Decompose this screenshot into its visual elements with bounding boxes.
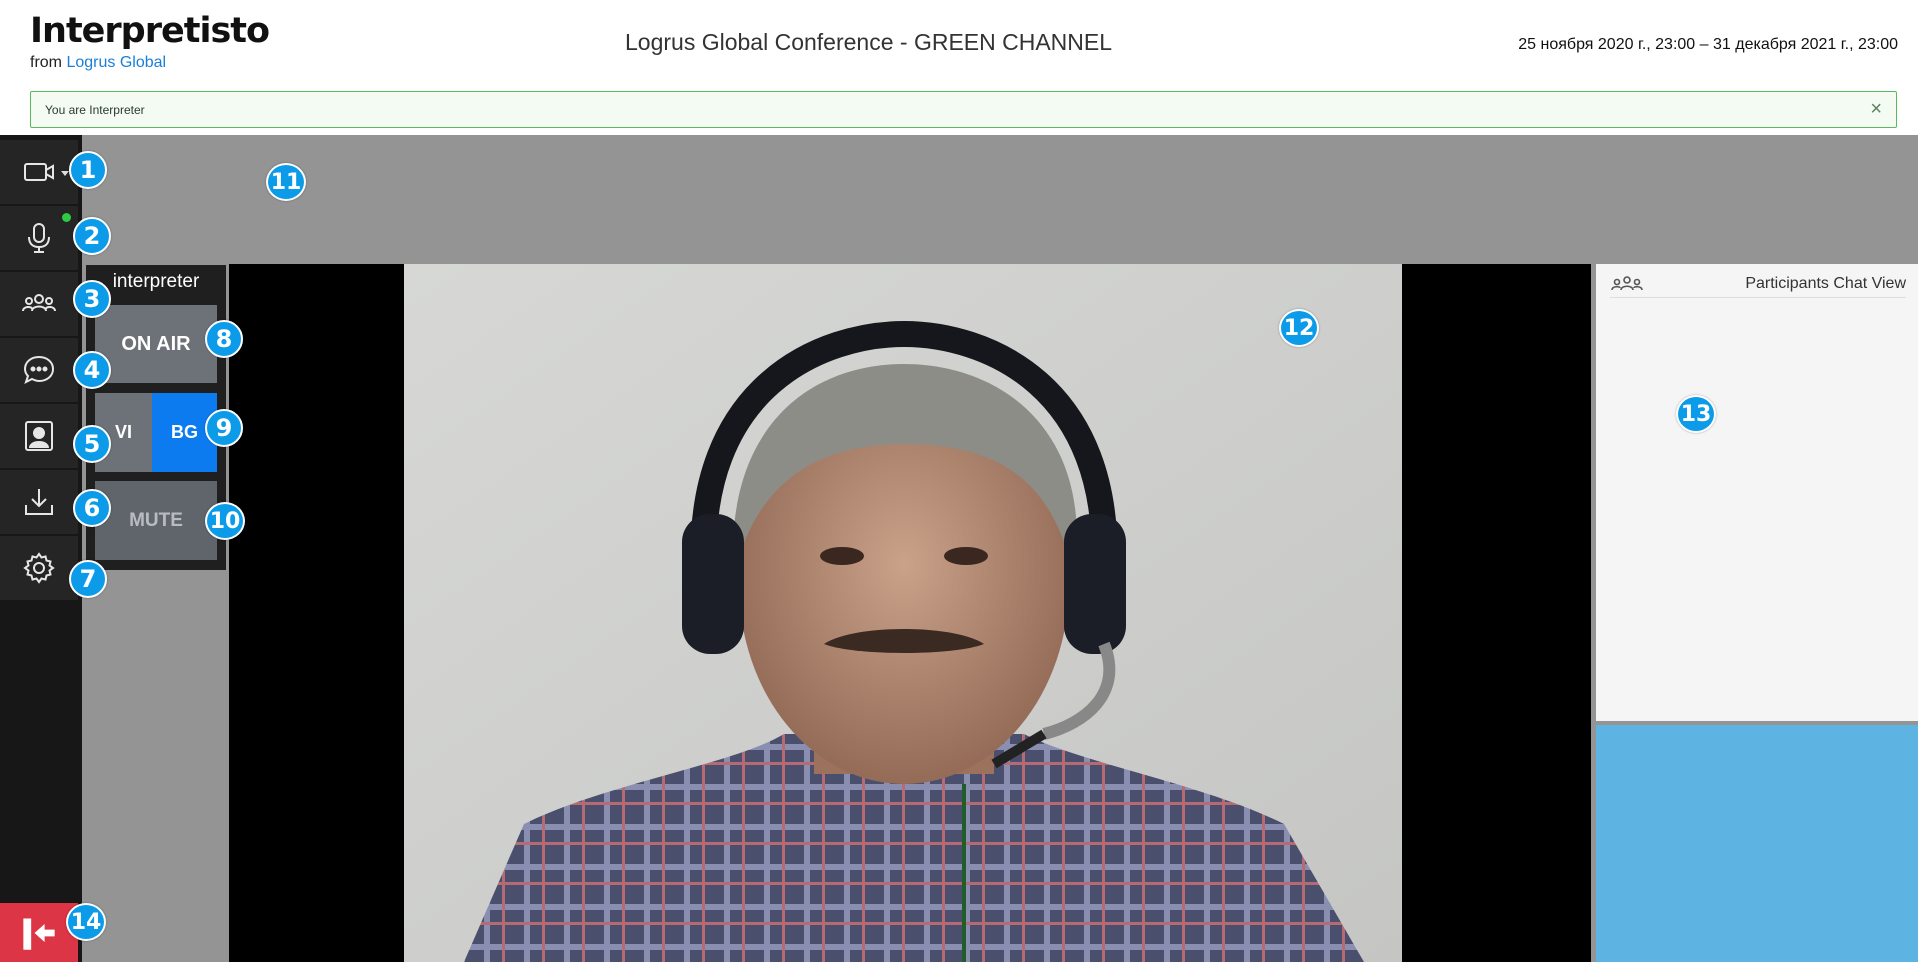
download-icon [25,489,53,515]
microphone-icon [28,223,50,253]
marker-2: 2 [73,217,111,255]
settings-gear-icon [23,552,55,584]
on-air-button[interactable]: ON AIR [95,305,217,383]
exit-button[interactable] [0,903,78,962]
marker-6: 6 [73,489,111,527]
speaker-portrait-image [404,264,1402,962]
brand-subtitle: from Logrus Global [30,54,269,72]
chat-title: Participants Chat View [1745,275,1906,292]
mute-button[interactable]: MUTE [95,481,217,560]
conference-stage: interpreter ON AIR VI BG MUTE Participan… [82,135,1918,962]
participants-chat-panel: Participants Chat View [1596,264,1918,721]
download-button[interactable] [0,470,78,534]
chat-header: Participants Chat View [1610,270,1906,298]
chat-icon [23,355,55,384]
marker-13: 13 [1676,395,1716,433]
marker-12: 12 [1279,309,1319,347]
camera-button[interactable] [0,140,78,204]
participants-icon[interactable] [1610,274,1644,294]
speaker-video-frame [404,264,1402,962]
close-icon[interactable]: × [1870,98,1882,121]
blue-panel [1596,725,1918,962]
app-header: Interpretisto from Logrus Global Logrus … [0,0,1918,135]
marker-8: 8 [205,320,243,358]
mic-active-indicator [62,213,71,222]
marker-11: 11 [266,163,306,201]
marker-1: 1 [69,151,107,189]
marker-10: 10 [205,502,245,540]
alert-text: You are Interpreter [45,103,145,117]
chevron-down-icon[interactable] [61,171,69,176]
logrus-global-link[interactable]: Logrus Global [66,54,166,71]
left-toolbar [0,135,82,962]
app-title: Interpretisto [30,11,270,51]
settings-button[interactable] [0,536,78,600]
contact-card-button[interactable] [0,404,78,468]
brand: Interpretisto from Logrus Global [30,10,270,72]
participants-icon [22,294,56,312]
marker-7: 7 [69,560,107,598]
chat-button[interactable] [0,338,78,402]
exit-door-icon [23,917,55,950]
video-camera-icon [24,163,54,181]
conference-dates: 25 ноября 2020 г., 23:00 – 31 декабря 20… [1518,36,1898,53]
microphone-button[interactable] [0,206,78,270]
participants-button[interactable] [0,272,78,336]
marker-3: 3 [73,280,111,318]
marker-5: 5 [73,425,111,463]
from-label: from [30,54,62,71]
marker-4: 4 [73,351,111,389]
contact-card-icon [25,421,53,451]
marker-14: 14 [66,903,106,941]
speaker-video [229,264,1591,962]
conference-title: Logrus Global Conference - GREEN CHANNEL [625,29,1113,55]
role-alert: You are Interpreter × [30,91,1897,128]
marker-9: 9 [205,409,243,447]
